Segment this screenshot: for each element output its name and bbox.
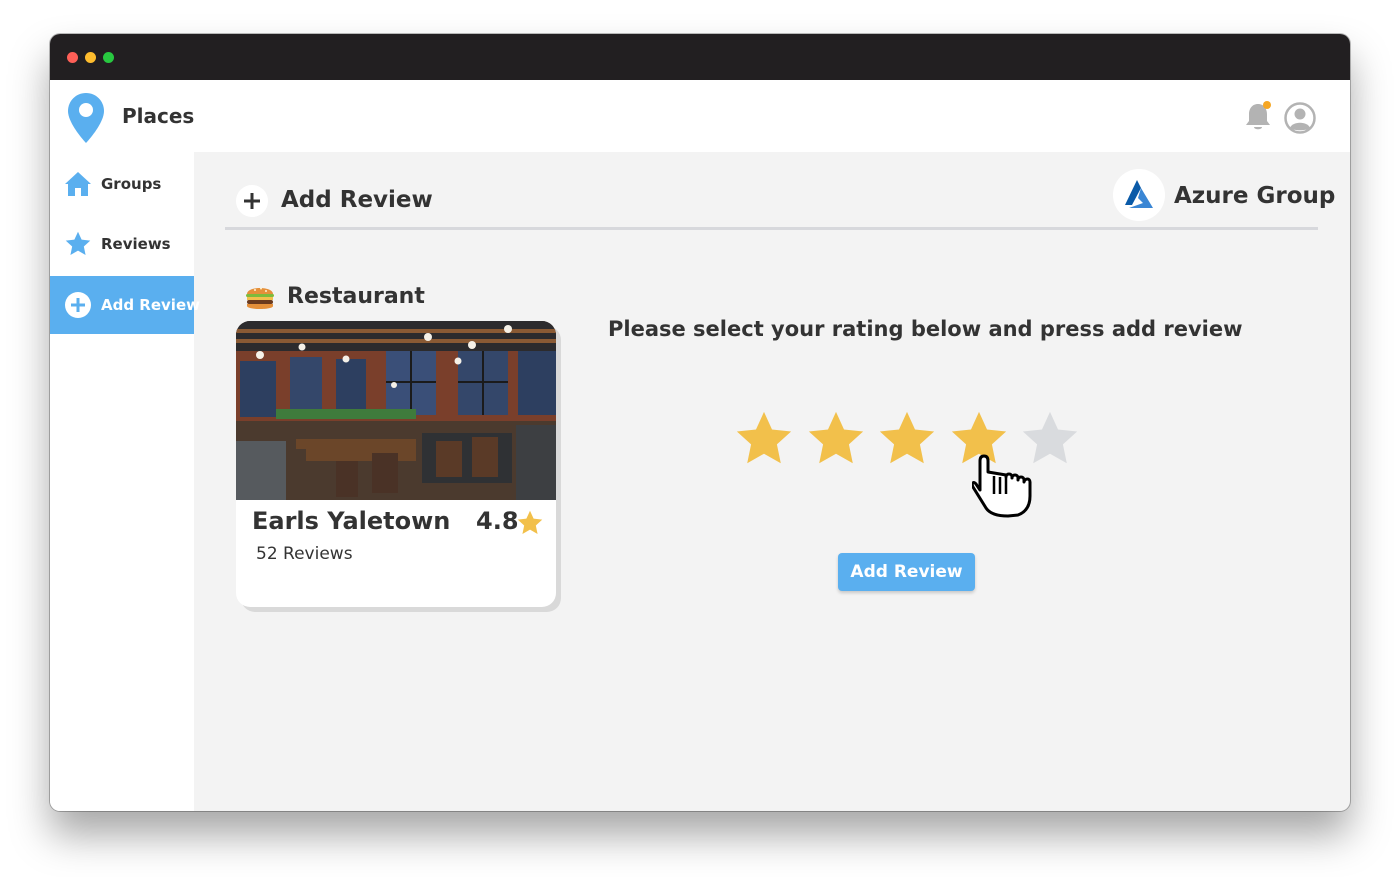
category-label: Restaurant (287, 284, 425, 309)
header-divider (225, 227, 1318, 230)
rating-star-3-icon[interactable] (876, 408, 938, 470)
window-titlebar (50, 34, 1350, 80)
app-window: Places Groups Reviews Add Review Add Rev… (50, 34, 1350, 811)
sidebar-item-groups[interactable]: Groups (50, 155, 194, 213)
close-window-button[interactable] (67, 52, 78, 63)
group-name[interactable]: Azure Group (1174, 183, 1335, 209)
page-title: Add Review (281, 187, 433, 213)
app-header: Places (50, 80, 1350, 152)
pointer-hand-icon (972, 454, 1032, 518)
sidebar-item-label: Groups (101, 175, 162, 193)
rating-star-2-icon[interactable] (805, 408, 867, 470)
minimize-window-button[interactable] (85, 52, 96, 63)
sidebar-item-add-review[interactable]: Add Review (50, 276, 200, 334)
plus-circle-icon (65, 292, 91, 318)
star-icon (65, 231, 91, 255)
restaurant-photo (236, 321, 556, 500)
rating-star-icon (517, 510, 543, 534)
burger-icon (246, 287, 274, 309)
maximize-window-button[interactable] (103, 52, 114, 63)
home-icon (65, 172, 91, 196)
place-name: Earls Yaletown (252, 507, 451, 535)
user-avatar-icon[interactable] (1284, 102, 1316, 134)
azure-logo-icon (1113, 169, 1165, 221)
sidebar-item-label: Add Review (101, 296, 200, 314)
rating-instructions: Please select your rating below and pres… (608, 317, 1243, 341)
location-pin-icon (68, 93, 104, 143)
place-rating: 4.8 (476, 507, 519, 535)
sidebar-item-reviews[interactable]: Reviews (50, 215, 194, 273)
rating-star-1-icon[interactable] (733, 408, 795, 470)
plus-icon (236, 185, 268, 217)
app-title: Places (122, 104, 195, 128)
review-count: 52 Reviews (256, 544, 353, 564)
place-card[interactable]: Earls Yaletown 4.8 52 Reviews (236, 321, 556, 607)
bell-icon[interactable] (1244, 100, 1274, 132)
sidebar-item-label: Reviews (101, 235, 171, 253)
add-review-button[interactable]: Add Review (838, 553, 975, 591)
sidebar: Groups Reviews Add Review (50, 152, 200, 811)
